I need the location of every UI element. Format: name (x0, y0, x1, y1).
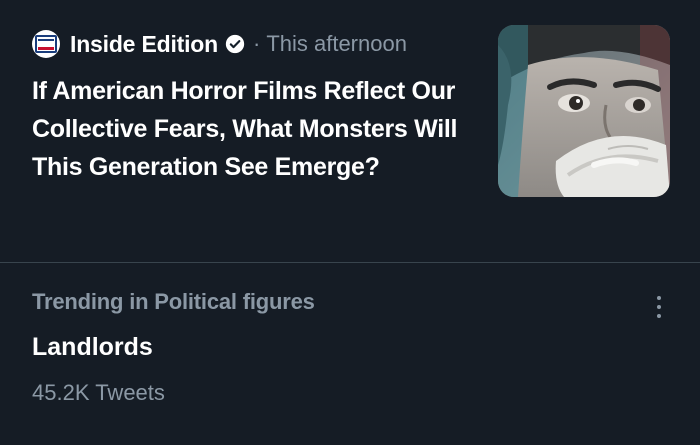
more-dot (657, 305, 661, 309)
more-dot (657, 296, 661, 300)
masked-face-photo (498, 25, 670, 197)
separator-dot: · (252, 31, 261, 56)
source-name[interactable]: Inside Edition (70, 31, 218, 58)
news-thumbnail[interactable] (498, 25, 670, 197)
more-vertical-icon[interactable] (644, 287, 674, 327)
more-dot (657, 314, 661, 318)
verified-badge-icon (225, 34, 245, 54)
news-card[interactable]: Inside Edition · This afternoon If Ameri… (0, 0, 700, 263)
trend-context: Trending in Political figures (32, 289, 315, 314)
explore-feed: Inside Edition · This afternoon If Ameri… (0, 0, 700, 445)
source-avatar[interactable] (32, 30, 60, 58)
trend-tweet-count: 45.2K Tweets (32, 380, 165, 405)
news-source-row: Inside Edition · This afternoon (32, 28, 407, 60)
news-headline[interactable]: If American Horror Films Reflect Our Col… (32, 72, 472, 186)
timestamp: This afternoon (266, 31, 407, 56)
trend-item[interactable]: Trending in Political figures Landlords … (0, 263, 700, 445)
inside-edition-logo-icon (35, 35, 57, 53)
trend-name[interactable]: Landlords (32, 333, 153, 362)
